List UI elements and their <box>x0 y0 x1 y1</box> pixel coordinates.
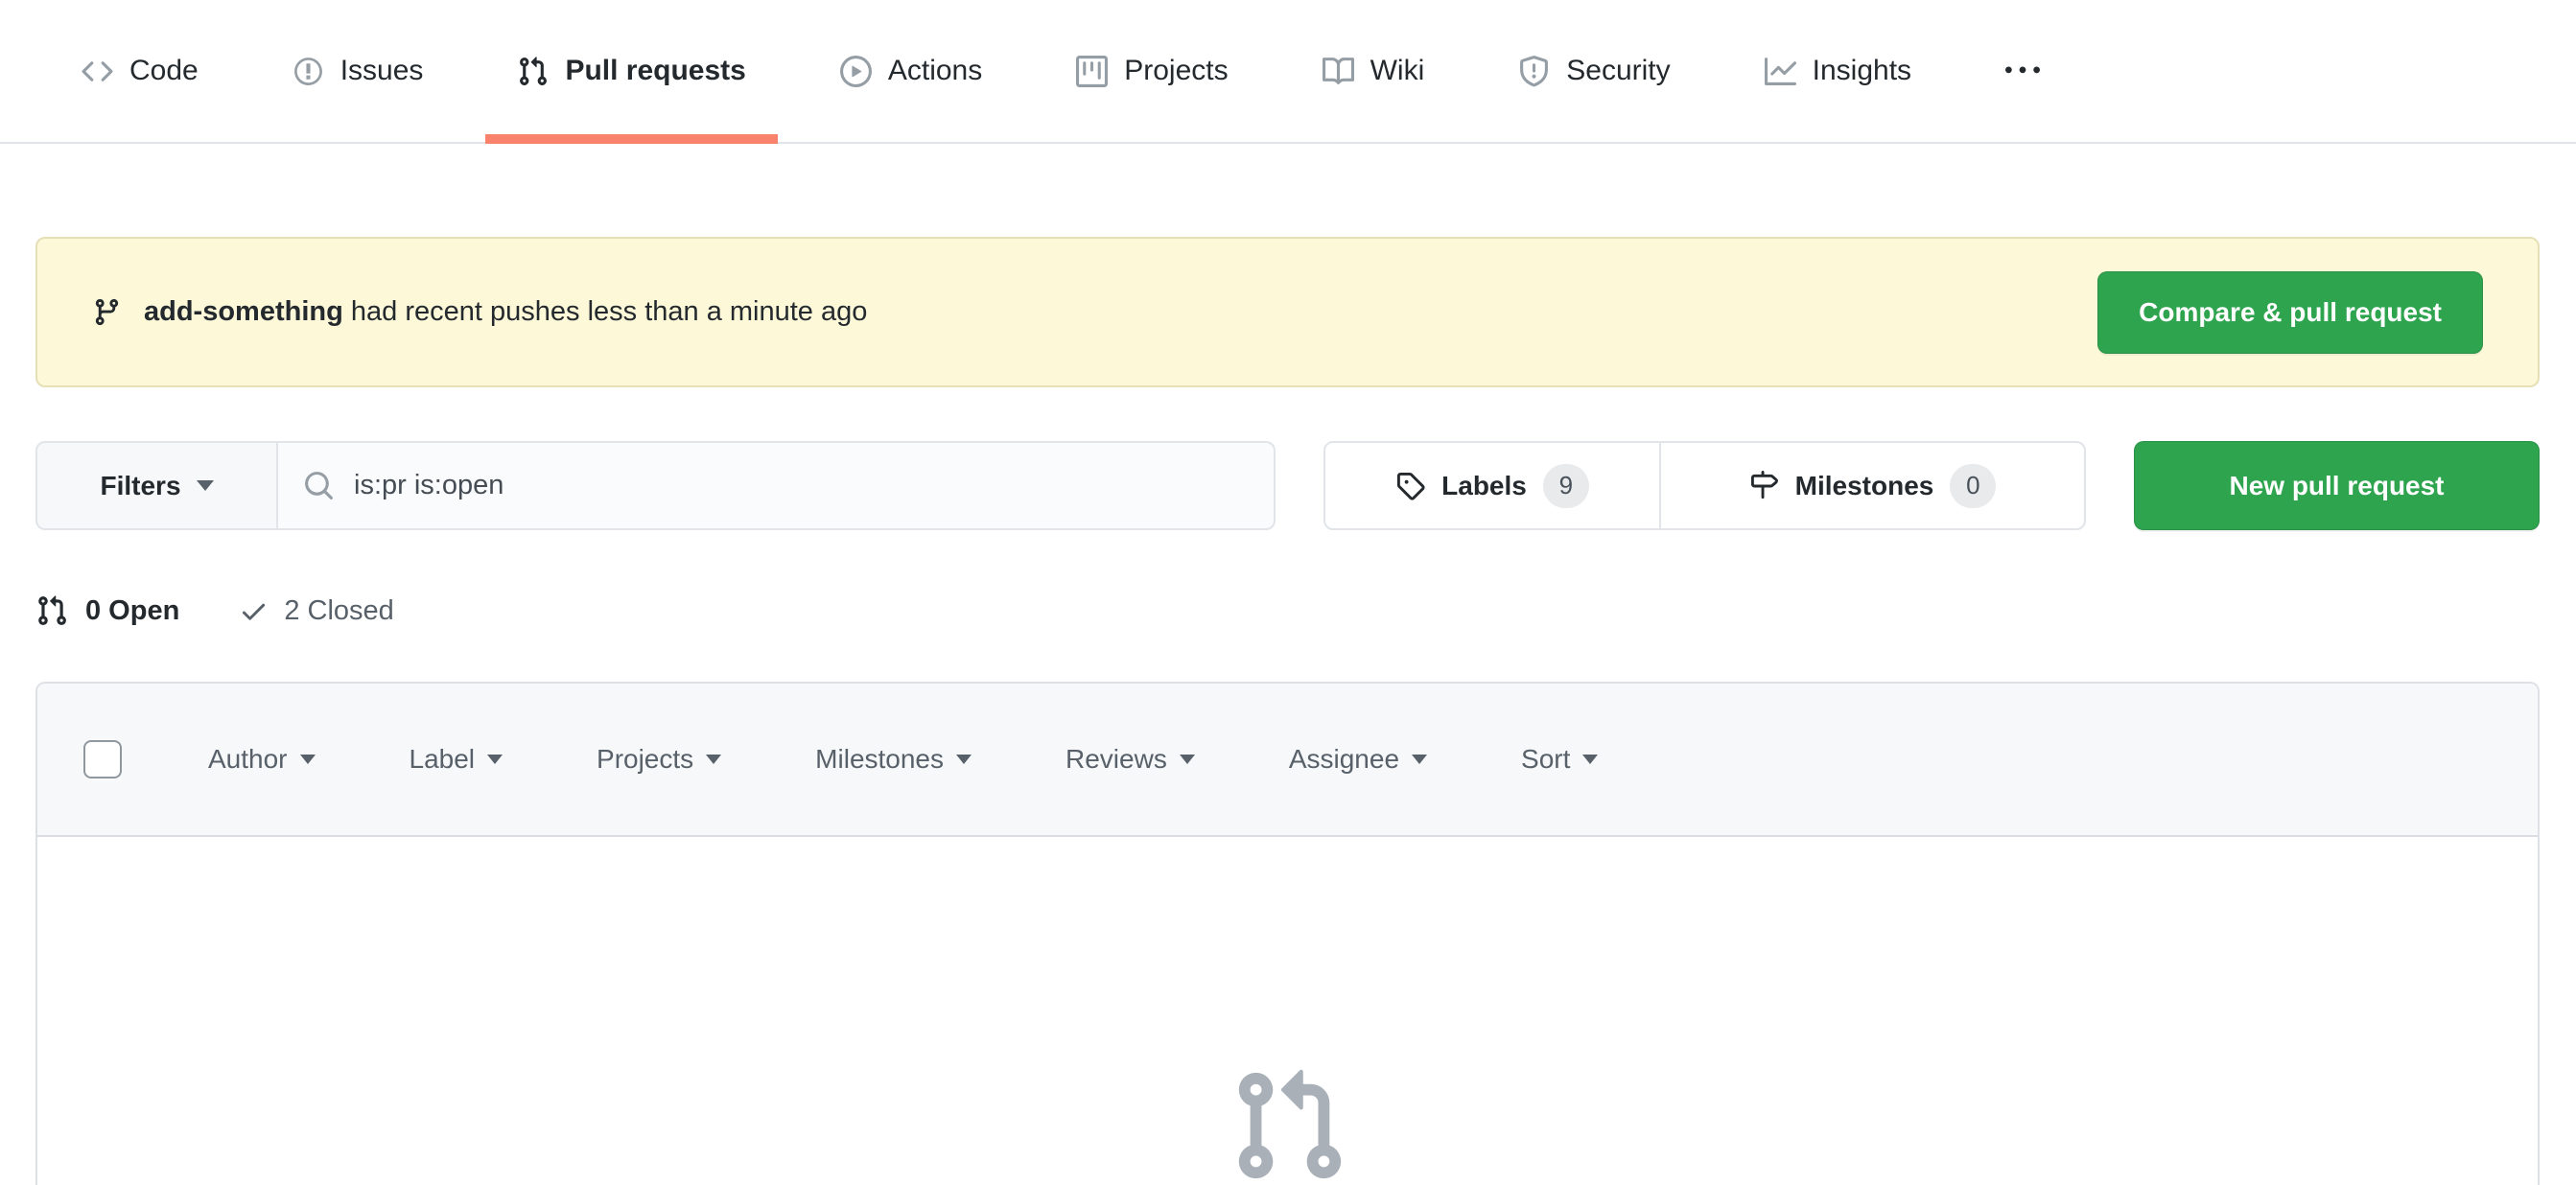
triangle-down-icon <box>1582 755 1599 764</box>
labels-milestones-group: Labels 9 Milestones 0 <box>1323 441 2086 530</box>
tab-pull-requests-label: Pull requests <box>565 55 746 86</box>
project-icon <box>1076 55 1109 87</box>
branch-name: add-something <box>144 296 343 327</box>
tab-code[interactable]: Code <box>50 0 230 142</box>
pr-toolbar: Filters Labels 9 Milestones 0 New pull r… <box>35 441 2540 530</box>
milestones-button[interactable]: Milestones 0 <box>1659 443 2084 528</box>
code-icon <box>82 60 113 81</box>
tab-actions-label: Actions <box>887 55 983 86</box>
tab-projects[interactable]: Projects <box>1044 0 1259 142</box>
triangle-down-icon <box>299 755 316 764</box>
labels-label: Labels <box>1441 470 1527 500</box>
labels-count-badge: 9 <box>1542 463 1589 508</box>
recent-push-banner: add-something had recent pushes less tha… <box>35 237 2540 387</box>
search-box <box>278 441 1276 530</box>
triangle-down-icon <box>956 755 972 764</box>
closed-prs-link[interactable]: 2 Closed <box>239 594 394 627</box>
open-prs-link[interactable]: 0 Open <box>35 594 179 627</box>
issues-search-input[interactable] <box>354 470 1249 501</box>
graph-icon <box>1764 57 1796 85</box>
closed-count-label: 2 Closed <box>284 594 394 626</box>
tab-actions[interactable]: Actions <box>808 0 1014 142</box>
labels-button[interactable]: Labels 9 <box>1325 443 1659 528</box>
tab-wiki[interactable]: Wiki <box>1291 0 1457 142</box>
milestones-label: Milestones <box>1794 470 1934 500</box>
kebab-horizontal-icon <box>2005 66 2041 74</box>
new-pull-request-button[interactable]: New pull request <box>2134 441 2540 530</box>
label-filter-label: Label <box>409 744 476 774</box>
search-icon <box>305 472 333 500</box>
git-pull-request-icon <box>38 595 66 625</box>
triangle-down-icon <box>706 755 722 764</box>
issue-opened-icon <box>293 57 322 85</box>
reviews-filter[interactable]: Reviews <box>1066 744 1195 775</box>
tab-security-label: Security <box>1566 55 1671 86</box>
git-pull-request-icon <box>520 56 548 85</box>
triangle-down-icon <box>1412 755 1428 764</box>
filters-dropdown-button[interactable]: Filters <box>35 441 278 530</box>
tab-issues[interactable]: Issues <box>261 0 456 142</box>
milestone-icon <box>1750 471 1778 500</box>
chevron-down-icon <box>196 480 214 491</box>
tab-code-label: Code <box>129 55 199 86</box>
issue-states-row: 0 Open 2 Closed <box>35 581 394 640</box>
label-filter[interactable]: Label <box>410 744 503 775</box>
reviews-filter-label: Reviews <box>1066 744 1167 774</box>
play-icon <box>839 55 872 87</box>
tab-security[interactable]: Security <box>1487 0 1701 142</box>
tab-insights[interactable]: Insights <box>1733 0 1943 142</box>
select-all-checkbox[interactable] <box>83 740 122 778</box>
recent-push-message: add-something had recent pushes less tha… <box>92 296 867 328</box>
tab-issues-label: Issues <box>340 55 424 86</box>
filters-label: Filters <box>100 470 181 500</box>
nav-overflow-button[interactable] <box>1974 0 2072 142</box>
tab-projects-label: Projects <box>1124 55 1229 86</box>
milestones-filter-label: Milestones <box>815 744 945 774</box>
author-filter-label: Author <box>208 744 288 774</box>
sort-filter[interactable]: Sort <box>1521 744 1599 775</box>
projects-filter[interactable]: Projects <box>597 744 722 775</box>
pr-list-header: Author Label Projects Milestones Reviews… <box>37 684 2538 837</box>
tab-insights-label: Insights <box>1812 55 1912 86</box>
tag-icon <box>1397 472 1425 500</box>
empty-state <box>1228 1065 1348 1185</box>
triangle-down-icon <box>487 755 503 764</box>
tab-pull-requests[interactable]: Pull requests <box>485 0 779 144</box>
push-message-text: had recent pushes less than a minute ago <box>350 296 868 327</box>
check-icon <box>243 603 266 620</box>
open-count-label: 0 Open <box>85 594 180 626</box>
git-branch-icon <box>95 298 119 326</box>
compare-pull-request-button[interactable]: Compare & pull request <box>2097 270 2483 354</box>
projects-filter-label: Projects <box>597 744 694 774</box>
git-pull-request-icon <box>1238 1069 1342 1179</box>
assignee-filter-label: Assignee <box>1288 744 1400 774</box>
author-filter[interactable]: Author <box>208 744 316 775</box>
milestones-count-badge: 0 <box>1950 463 1997 508</box>
pull-requests-page: Code Issues Pull requests Actions Projec… <box>0 0 2576 1185</box>
sort-filter-label: Sort <box>1521 744 1571 774</box>
repo-nav: Code Issues Pull requests Actions Projec… <box>0 0 2576 144</box>
shield-icon <box>1520 55 1549 86</box>
milestones-filter[interactable]: Milestones <box>815 744 972 775</box>
book-icon <box>1322 57 1354 84</box>
assignee-filter[interactable]: Assignee <box>1288 744 1428 775</box>
tab-wiki-label: Wiki <box>1370 55 1425 86</box>
triangle-down-icon <box>1179 755 1195 764</box>
